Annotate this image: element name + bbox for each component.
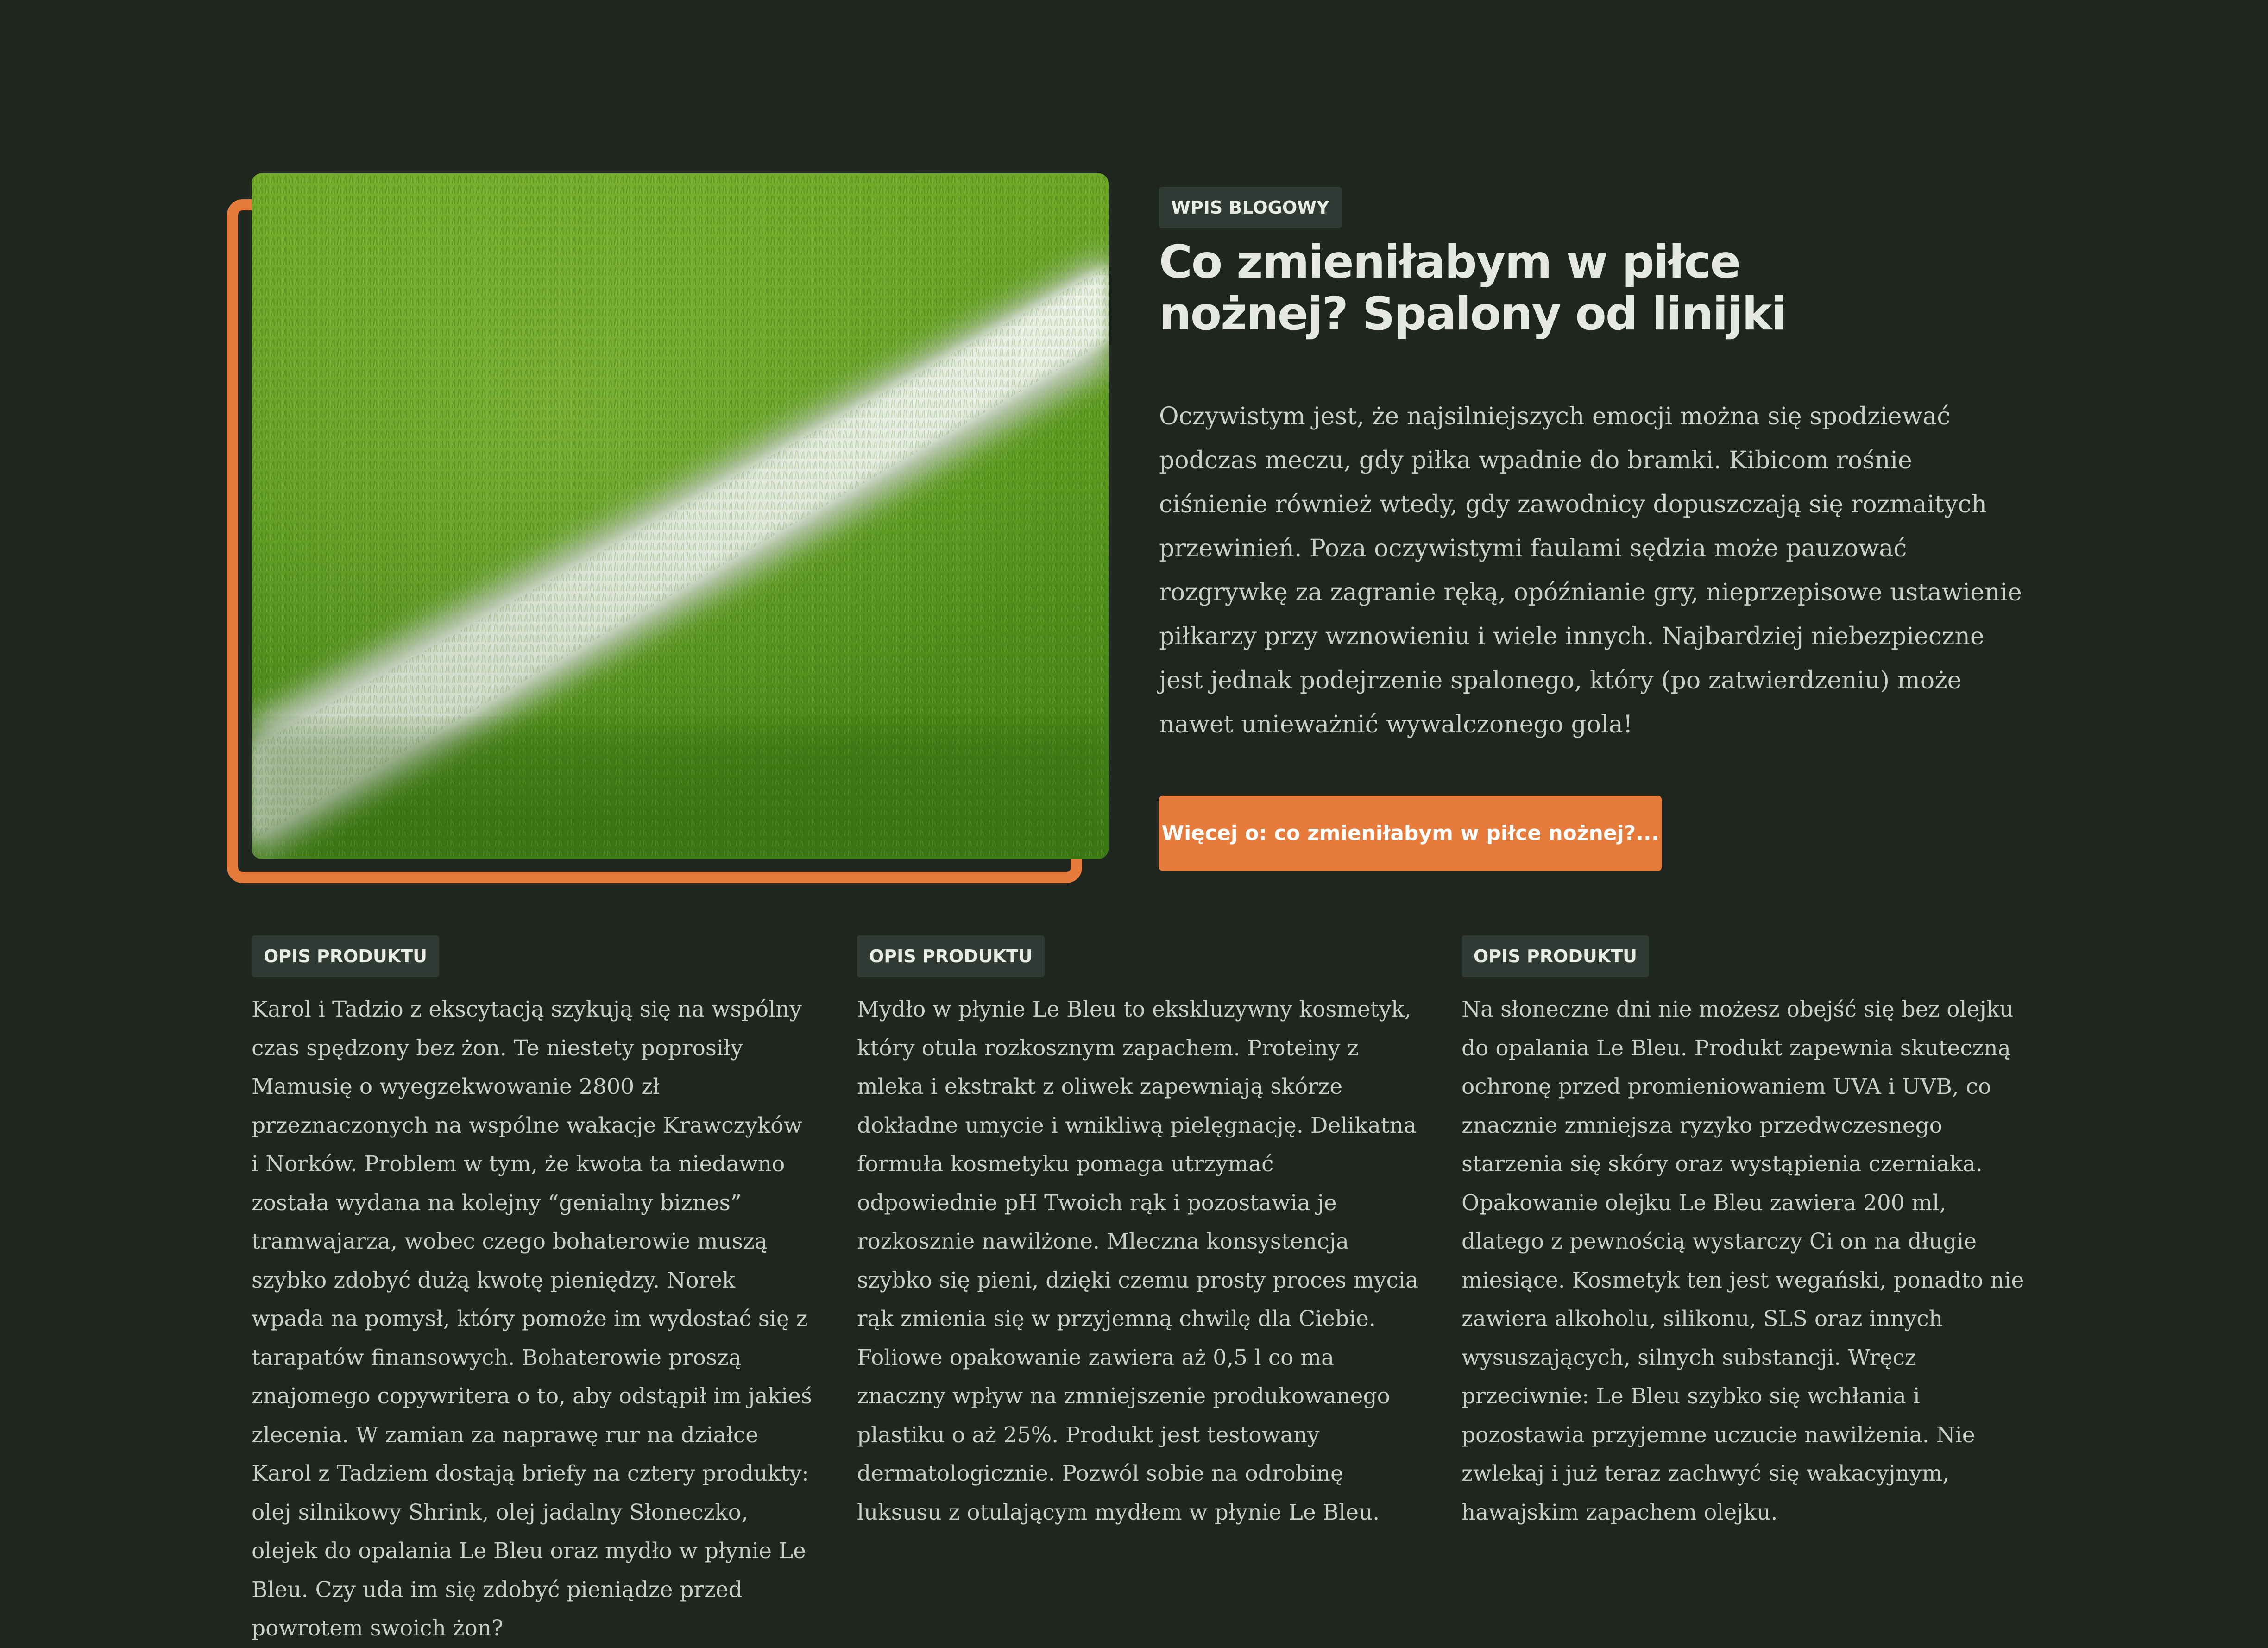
product-description: Na słoneczne dni nie możesz obejść się b… xyxy=(1462,997,2024,1525)
product-badge: OPIS PRODUKTU xyxy=(252,935,439,977)
blog-post-title: Co zmieniłabym w piłce nożnej? Spalony o… xyxy=(1159,236,1787,341)
product-badge: OPIS PRODUKTU xyxy=(857,935,1045,977)
blog-post-excerpt: Oczywistym jest, że najsilniejszych emoc… xyxy=(1159,403,2022,739)
read-more-button[interactable]: Więcej o: co zmieniłabym w piłce nożnej?… xyxy=(1159,796,1662,871)
product-description: Mydło w płynie Le Bleu to ekskluzywny ko… xyxy=(857,997,1418,1525)
football-pitch-image xyxy=(252,173,1109,859)
product-description: Karol i Tadzio z ekscytacją szykują się … xyxy=(252,997,812,1641)
product-badge: OPIS PRODUKTU xyxy=(1462,935,1649,977)
blog-post-badge: WPIS BLOGOWY xyxy=(1159,187,1342,228)
